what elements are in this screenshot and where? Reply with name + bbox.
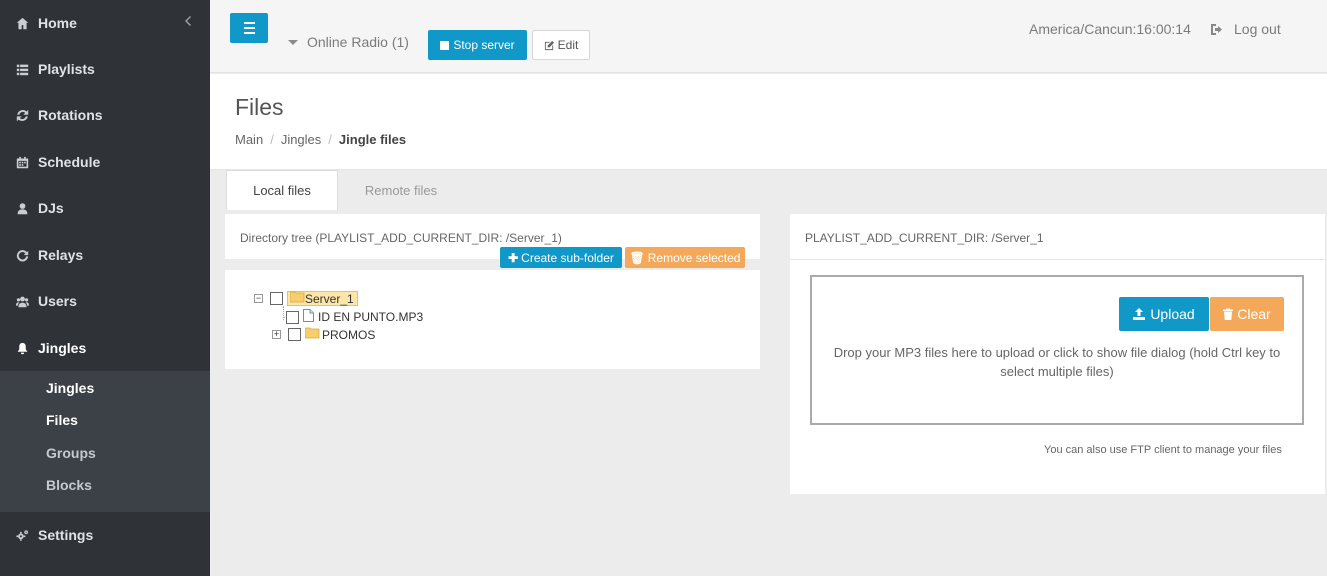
tree-node-folder[interactable]: + PROMOS [272, 327, 375, 342]
file-icon [303, 309, 314, 325]
remove-selected-label: Remove selected [647, 250, 741, 265]
tree-node-file[interactable]: ID EN PUNTO.MP3 [286, 309, 423, 325]
tree-checkbox[interactable] [286, 310, 299, 324]
server-clock: America/Cancun:16:00:14 [1029, 21, 1191, 37]
upload-label: Upload [1150, 306, 1195, 322]
sidebar-item-settings[interactable]: Settings [0, 512, 210, 558]
sidebar: Home Playlists Rotations Schedule DJs Re… [0, 0, 210, 576]
upload-button[interactable]: Upload [1119, 297, 1209, 331]
breadcrumb: Main / Jingles / Jingle files [235, 132, 406, 147]
sidebar-item-label: Playlists [38, 61, 95, 77]
home-icon [15, 16, 29, 30]
upload-panel-header: PLAYLIST_ADD_CURRENT_DIR: /Server_1 [790, 214, 1325, 260]
directory-tree-title: Directory tree (PLAYLIST_ADD_CURRENT_DIR… [240, 231, 562, 245]
users-icon [15, 294, 29, 308]
list-icon [15, 62, 29, 76]
trash-icon: 🗑 [629, 250, 645, 265]
menu-toggle-button[interactable] [230, 13, 268, 43]
jingles-submenu: Jingles Files Groups Blocks [0, 371, 210, 512]
top-bar: Online Radio (1) Stop server Edit Americ… [210, 0, 1327, 73]
page-title: Files [235, 94, 284, 120]
sidebar-item-label: Settings [38, 527, 94, 543]
refresh-icon [15, 108, 29, 122]
remove-selected-button[interactable]: 🗑 Remove selected [625, 247, 745, 268]
tree-node-label-selected[interactable]: Server_1 [287, 291, 358, 306]
sidebar-item-label: DJs [38, 200, 64, 216]
tree-node-file-label: ID EN PUNTO.MP3 [318, 310, 424, 324]
sidebar-item-label: Schedule [38, 154, 101, 170]
page-header: Files Main / Jingles / Jingle files [210, 74, 1327, 170]
breadcrumb-main[interactable]: Main [235, 132, 263, 147]
sidebar-item-playlists[interactable]: Playlists [0, 46, 210, 92]
breadcrumb-jingles[interactable]: Jingles [281, 132, 321, 147]
sidebar-item-label: Relays [38, 247, 84, 263]
tab-remote-files[interactable]: Remote files [345, 170, 457, 210]
radio-selector-label: Online Radio (1) [307, 34, 409, 50]
sidebar-item-djs[interactable]: DJs [0, 185, 210, 231]
trash-icon [1223, 308, 1234, 320]
logout-label: Log out [1234, 21, 1281, 37]
sidebar-item-rotations[interactable]: Rotations [0, 92, 210, 138]
stop-server-label: Stop server [453, 38, 515, 52]
stop-icon [440, 40, 450, 50]
submenu-item-blocks[interactable]: Blocks [46, 477, 92, 493]
stop-server-button[interactable]: Stop server [428, 30, 527, 60]
hamburger-icon [243, 21, 255, 36]
folder-open-icon [289, 291, 305, 306]
sidebar-item-label: Jingles [38, 340, 87, 356]
submenu-item-jingles[interactable]: Jingles [46, 380, 94, 396]
breadcrumb-separator: / [328, 132, 332, 147]
ftp-note: You can also use FTP client to manage yo… [1044, 444, 1282, 456]
sidebar-item-home[interactable]: Home [0, 0, 210, 46]
chevron-left-icon[interactable] [184, 14, 192, 28]
upload-panel: PLAYLIST_ADD_CURRENT_DIR: /Server_1 Uplo… [790, 214, 1325, 494]
create-subfolder-label: Create sub-folder [521, 250, 614, 265]
rotate-icon [15, 248, 29, 262]
breadcrumb-current: Jingle files [338, 132, 407, 147]
sign-out-icon [1211, 23, 1222, 35]
breadcrumb-separator: / [270, 132, 274, 147]
folder-icon [304, 327, 320, 342]
plus-icon: ✚ [508, 250, 519, 265]
clear-button[interactable]: Clear [1210, 297, 1284, 331]
sidebar-item-schedule[interactable]: Schedule [0, 139, 210, 185]
user-icon [15, 201, 29, 215]
submenu-item-groups[interactable]: Groups [46, 445, 96, 461]
sidebar-item-label: Users [38, 293, 77, 309]
create-subfolder-button[interactable]: ✚ Create sub-folder [500, 247, 622, 268]
sidebar-item-users[interactable]: Users [0, 278, 210, 324]
upload-panel-title: PLAYLIST_ADD_CURRENT_DIR: /Server_1 [805, 231, 1044, 245]
logout-link[interactable]: Log out [1210, 21, 1281, 37]
expand-icon[interactable]: + [272, 330, 281, 339]
tree-node-folder-label: PROMOS [322, 327, 376, 342]
sidebar-item-jingles[interactable]: Jingles [0, 325, 210, 371]
sidebar-item-label: Home [38, 15, 77, 31]
bell-icon [15, 341, 29, 355]
tab-local-files[interactable]: Local files [226, 170, 338, 210]
collapse-icon[interactable]: − [254, 294, 263, 303]
tree-checkbox[interactable] [270, 292, 283, 305]
sidebar-item-relays[interactable]: Relays [0, 232, 210, 278]
clear-label: Clear [1237, 306, 1271, 322]
edit-button[interactable]: Edit [532, 30, 590, 60]
gears-icon [15, 528, 29, 542]
tree-node-root: − Server_1 [254, 291, 358, 306]
file-dropzone[interactable]: Upload Clear Drop your MP3 files here to… [810, 275, 1304, 425]
radio-selector[interactable]: Online Radio (1) [288, 34, 409, 50]
submenu-item-files[interactable]: Files [46, 412, 78, 428]
calendar-icon [15, 155, 29, 169]
edit-icon [544, 40, 554, 50]
sidebar-item-label: Rotations [38, 107, 103, 123]
tree-checkbox[interactable] [288, 328, 301, 341]
tree-node-root-label: Server_1 [305, 291, 354, 306]
dropzone-instructions: Drop your MP3 files here to upload or cl… [833, 345, 1281, 379]
upload-icon [1133, 308, 1146, 320]
caret-down-icon [288, 39, 298, 45]
edit-label: Edit [557, 38, 579, 52]
